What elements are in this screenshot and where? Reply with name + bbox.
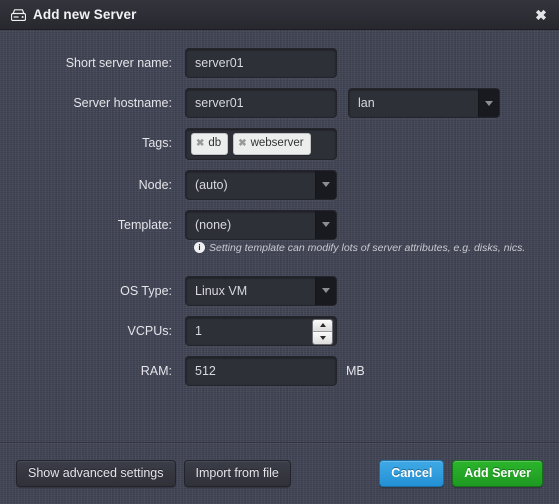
info-icon: i [194, 242, 205, 253]
domain-select[interactable]: lan [348, 88, 500, 118]
tag-chip[interactable]: ✖ db [191, 133, 229, 155]
show-advanced-settings-button[interactable]: Show advanced settings [16, 460, 176, 487]
field-row-node: Node: (auto) [0, 169, 559, 200]
chevron-down-icon [315, 210, 336, 239]
field-row-hostname: Server hostname: lan [0, 88, 559, 118]
stepper-up-icon[interactable] [313, 319, 332, 331]
domain-select-value: lan [358, 96, 375, 110]
vcpus-spinner [312, 318, 333, 345]
field-row-short-name: Short server name: [0, 48, 559, 78]
dialog-title: Add new Server [33, 6, 137, 22]
dialog-titlebar: Add new Server ✖ [0, 0, 559, 30]
ram-unit-label: MB [346, 363, 365, 378]
close-icon[interactable]: ✖ [533, 7, 549, 23]
node-label: Node: [138, 177, 172, 192]
server-icon [11, 8, 26, 21]
tags-input[interactable]: ✖ db ✖ webserver [185, 128, 337, 160]
field-row-ram: RAM: MB [0, 355, 559, 386]
add-server-dialog: Add new Server ✖ Short server name: Serv… [0, 0, 559, 504]
dialog-footer: Show advanced settings Import from file … [0, 442, 559, 504]
short-server-name-input[interactable] [185, 48, 337, 78]
template-select[interactable]: (none) [185, 209, 337, 240]
node-select[interactable]: (auto) [185, 169, 337, 200]
tag-remove-icon[interactable]: ✖ [238, 138, 246, 149]
stepper-down-icon[interactable] [313, 331, 332, 344]
os-type-select[interactable]: Linux VM [185, 275, 337, 306]
chevron-down-icon [315, 170, 336, 199]
tags-label: Tags: [142, 136, 172, 150]
vcpus-stepper [185, 315, 337, 346]
dialog-body: Short server name: Server hostname: lan … [0, 30, 559, 442]
os-type-select-value: Linux VM [195, 283, 248, 298]
template-select-value: (none) [195, 217, 232, 232]
chevron-down-icon [315, 276, 336, 305]
chevron-down-icon [478, 89, 499, 117]
server-hostname-label: Server hostname: [73, 96, 172, 110]
tag-remove-icon[interactable]: ✖ [196, 138, 204, 149]
tag-chip[interactable]: ✖ webserver [233, 133, 311, 155]
ram-label: RAM: [140, 363, 172, 378]
ram-input[interactable] [185, 355, 337, 386]
template-hint-row: i Setting template can modify lots of se… [0, 242, 559, 254]
field-row-template: Template: (none) [0, 209, 559, 240]
field-row-vcpus: VCPUs: [0, 315, 559, 346]
template-hint-text: Setting template can modify lots of serv… [209, 241, 526, 254]
vcpus-label: VCPUs: [127, 323, 172, 338]
short-server-name-label: Short server name: [65, 56, 172, 70]
field-row-os-type: OS Type: Linux VM [0, 275, 559, 306]
tag-label: db [208, 137, 222, 149]
server-hostname-input[interactable] [185, 88, 337, 118]
cancel-button[interactable]: Cancel [379, 460, 445, 487]
add-server-button[interactable]: Add Server [452, 460, 543, 487]
import-from-file-button[interactable]: Import from file [183, 460, 291, 487]
template-hint: i Setting template can modify lots of se… [185, 242, 525, 254]
template-label: Template: [117, 217, 172, 232]
tag-label: webserver [250, 137, 304, 149]
node-select-value: (auto) [195, 177, 228, 192]
field-row-tags: Tags: ✖ db ✖ webserver [0, 128, 559, 160]
os-type-label: OS Type: [120, 283, 172, 298]
